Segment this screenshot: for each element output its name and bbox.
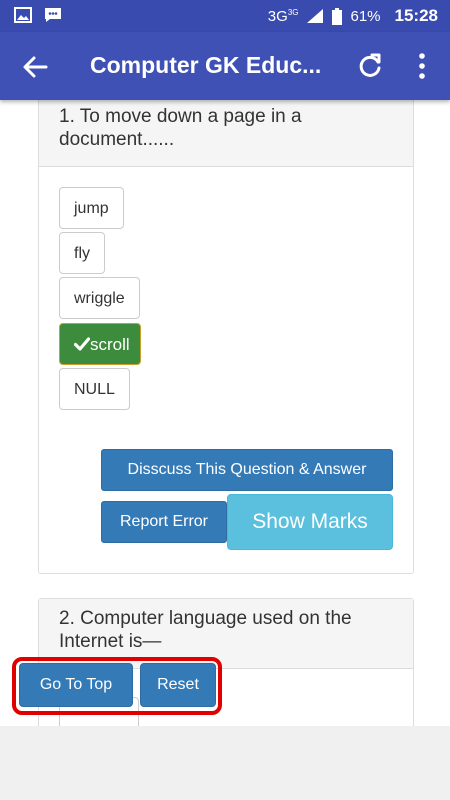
page-title: Computer GK Educ... [90, 52, 322, 78]
question-card: 1. To move down a page in a document....… [38, 100, 414, 574]
back-arrow-icon[interactable] [20, 52, 50, 82]
signal-icon [307, 9, 324, 23]
option-jump[interactable]: jump [59, 187, 124, 229]
gallery-notification-icon [14, 7, 32, 23]
app-bar: Computer GK Educ... [0, 32, 450, 100]
option-null[interactable]: NULL [59, 368, 130, 410]
discuss-question-button[interactable]: Disscuss This Question & Answer [101, 449, 393, 491]
bottom-area [0, 726, 450, 800]
question-list[interactable]: 1. To move down a page in a document....… [0, 100, 450, 726]
clock: 15:28 [394, 6, 438, 25]
reset-button[interactable]: Reset [140, 663, 216, 707]
option-fly[interactable]: fly [59, 232, 105, 274]
refresh-icon[interactable] [356, 52, 384, 80]
option-scroll-correct[interactable]: scroll [59, 323, 141, 365]
checkmark-icon [73, 337, 91, 351]
report-error-button[interactable]: Report Error [101, 501, 227, 543]
network-type: 3G3G [267, 7, 299, 25]
battery-percent: 61% [350, 7, 381, 25]
message-notification-icon [45, 8, 61, 22]
more-options-icon[interactable] [412, 52, 432, 80]
status-bar: 3G3G 61% 15:28 [0, 0, 450, 32]
show-marks-button[interactable]: Show Marks [227, 494, 393, 550]
option-label: scroll [90, 335, 130, 354]
go-to-top-button[interactable]: Go To Top [19, 663, 133, 707]
question-text: 1. To move down a page in a document....… [39, 100, 413, 167]
battery-icon [332, 7, 343, 25]
option-wriggle[interactable]: wriggle [59, 277, 140, 319]
